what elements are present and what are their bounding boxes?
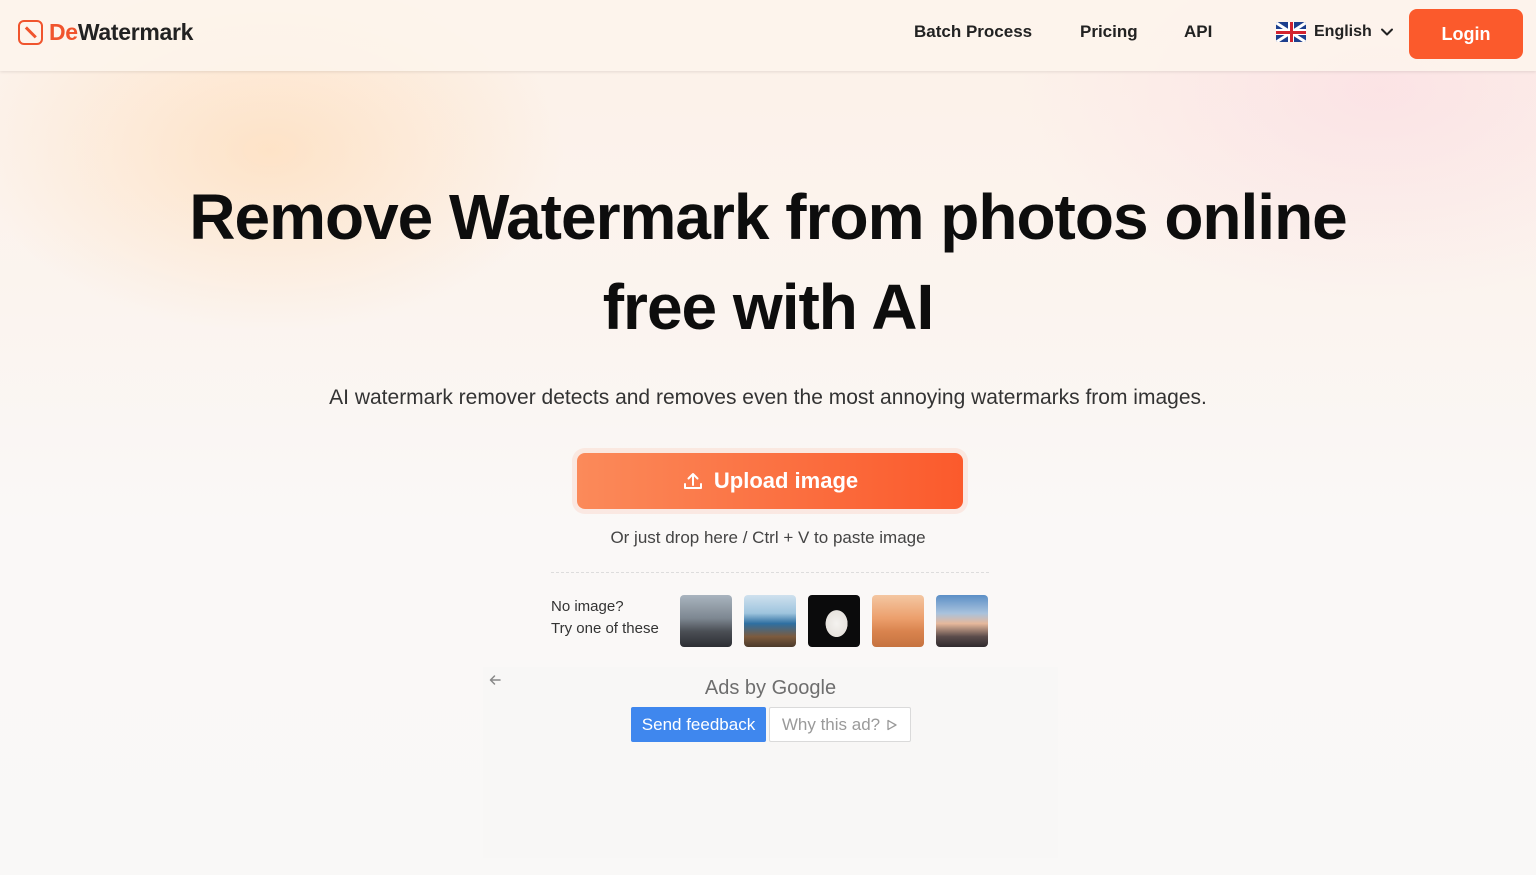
logo-icon bbox=[18, 19, 43, 45]
sample-images bbox=[680, 595, 988, 647]
top-navbar: DeWatermark Batch Process Pricing API En… bbox=[0, 0, 1536, 71]
ads-by-brand: Google bbox=[771, 677, 837, 699]
hero-subtitle: AI watermark remover detects and removes… bbox=[329, 386, 1207, 409]
sample-desert-thumbnail[interactable] bbox=[872, 595, 924, 647]
upload-image-label: Upload image bbox=[713, 468, 859, 493]
language-label: English bbox=[1314, 23, 1372, 40]
ads-by-google: Ads by Google bbox=[483, 677, 1058, 700]
chevron-down-icon bbox=[1380, 28, 1393, 36]
sample-sunset-thumbnail[interactable] bbox=[936, 595, 988, 647]
send-feedback-button[interactable]: Send feedback bbox=[631, 707, 766, 742]
brand-prefix: De bbox=[49, 18, 78, 45]
ads-by-prefix: Ads by bbox=[704, 677, 772, 699]
sample-lake-thumbnail[interactable] bbox=[744, 595, 796, 647]
hero-title-line2: free with AI bbox=[602, 271, 935, 343]
nav-api[interactable]: API bbox=[1184, 22, 1212, 42]
dashed-divider bbox=[551, 572, 989, 573]
brand-logo[interactable]: DeWatermark bbox=[18, 18, 193, 46]
sample-prompt-line1: No image? bbox=[551, 598, 624, 615]
upload-icon bbox=[683, 473, 702, 489]
uk-flag-icon bbox=[1276, 22, 1306, 42]
login-button[interactable]: Login bbox=[1409, 9, 1523, 59]
why-this-ad-label: Why this ad? bbox=[781, 714, 881, 734]
brand-name: DeWatermark bbox=[49, 19, 193, 46]
sample-house-thumbnail[interactable] bbox=[680, 595, 732, 647]
brand-suffix: Watermark bbox=[77, 18, 194, 45]
upload-image-button[interactable]: Upload image bbox=[577, 453, 963, 509]
language-selector[interactable]: English bbox=[1276, 22, 1394, 42]
adchoices-icon bbox=[887, 719, 897, 730]
sample-prompt-line2: Try one of these bbox=[551, 620, 659, 637]
nav-batch-process[interactable]: Batch Process bbox=[914, 22, 1032, 42]
sample-portrait-thumbnail[interactable] bbox=[808, 595, 860, 647]
drop-hint: Or just drop here / Ctrl + V to paste im… bbox=[610, 528, 926, 547]
sample-prompt: No image? Try one of these bbox=[551, 596, 659, 640]
nav-pricing[interactable]: Pricing bbox=[1080, 22, 1138, 42]
hero-title-line1: Remove Watermark from photos online bbox=[189, 181, 1348, 253]
ad-container: Ads by Google Send feedback Why this ad? bbox=[483, 667, 1058, 858]
why-this-ad-button[interactable]: Why this ad? bbox=[769, 707, 911, 742]
